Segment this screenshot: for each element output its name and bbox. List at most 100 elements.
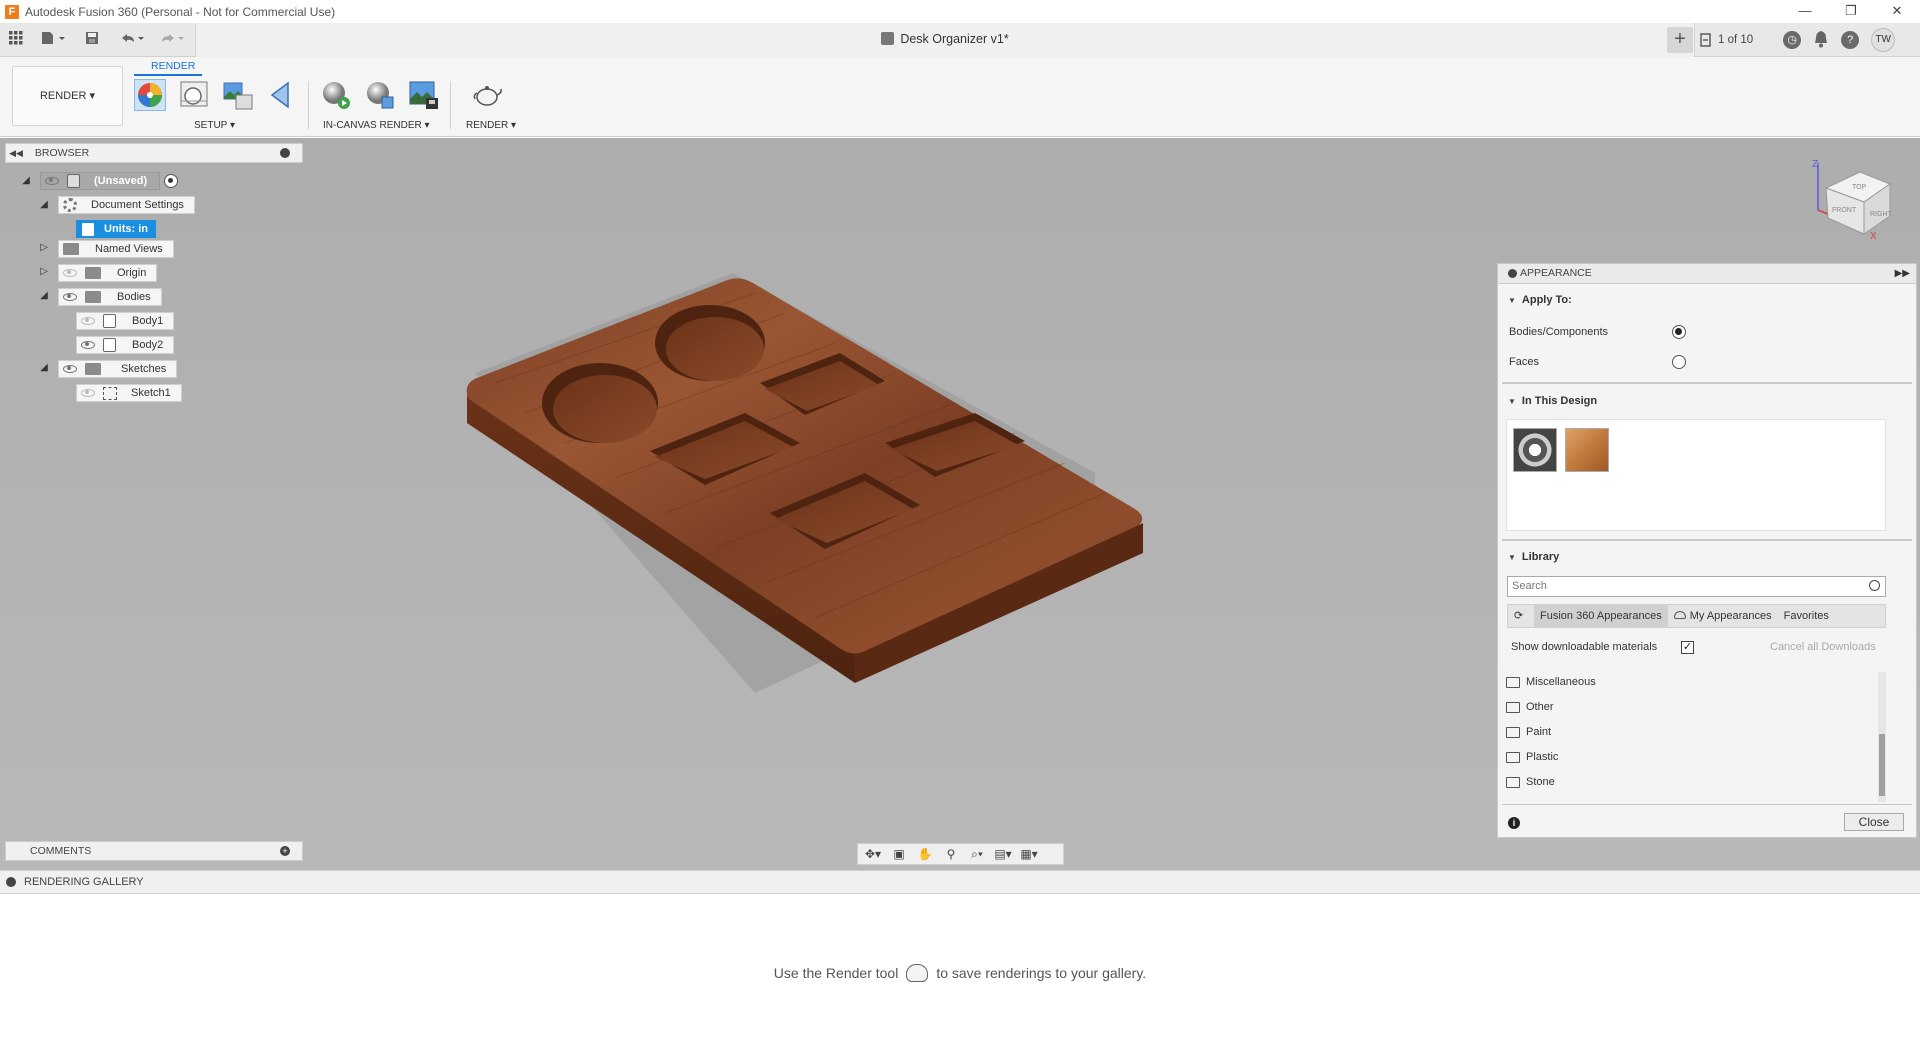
radio-faces[interactable] [1672,355,1686,369]
appearance-tool-icon[interactable] [134,79,166,111]
desk-organizer-model[interactable] [455,273,1175,753]
close-button[interactable]: Close [1844,813,1904,831]
tree-item-bodies[interactable]: Bodies [58,288,162,306]
collapsed-triangle-icon[interactable]: ▷ [38,242,50,254]
visibility-eye-icon[interactable] [45,177,59,185]
library-folder-paint[interactable]: Paint [1506,724,1551,740]
library-title[interactable]: Library [1508,551,1559,563]
render-group-label[interactable]: RENDER ▾ [466,120,516,131]
window-controls: — ❐ ✕ [1782,0,1920,23]
undo-icon[interactable] [116,29,148,51]
expanded-triangle-icon[interactable]: ◢ [38,199,50,211]
appearance-panel[interactable]: APPEARANCE ▶▶ Apply To: Bodies/Component… [1497,263,1917,838]
expanded-triangle-icon[interactable]: ◢ [20,175,32,187]
apply-to-title[interactable]: Apply To: [1508,294,1572,306]
save-icon[interactable] [82,29,102,51]
help-icon[interactable]: ? [1841,31,1860,49]
tree-item-body2[interactable]: Body2 [76,336,175,354]
library-folder-plastic[interactable]: Plastic [1506,749,1558,765]
decal-icon[interactable] [266,79,298,111]
library-scrollbar[interactable] [1878,672,1886,802]
in-canvas-render-settings-icon[interactable] [364,79,396,111]
look-at-icon[interactable]: ▣ [888,845,910,863]
notifications-bell-icon[interactable] [1813,30,1829,51]
in-canvas-render-icon[interactable] [320,79,352,111]
rendering-gallery-header[interactable]: RENDERING GALLERY [0,870,1920,894]
visibility-eye-icon[interactable] [81,341,95,349]
zoom-icon[interactable]: ⚲ [940,845,962,863]
tree-item-named-views[interactable]: Named Views [58,240,174,258]
tree-item-units[interactable]: Units: in [76,220,156,238]
comments-panel-header[interactable]: COMMENTS + [5,841,303,861]
section-divider [1502,382,1912,384]
tree-item-sketch1[interactable]: Sketch1 [76,384,182,402]
setup-group-label[interactable]: SETUP ▾ [194,120,235,131]
expanded-triangle-icon[interactable]: ◢ [38,290,50,302]
show-downloadable-checkbox[interactable]: ✓ [1681,641,1694,654]
tree-item-root[interactable]: (Unsaved) [40,172,179,190]
job-status[interactable]: 1 of 10 [1700,33,1753,47]
visibility-eye-off-icon[interactable] [63,269,77,277]
collapsed-triangle-icon[interactable]: ▷ [38,266,50,278]
library-folder-other[interactable]: Other [1506,699,1554,715]
render-teapot-icon[interactable] [472,79,504,111]
user-avatar[interactable]: TW [1871,28,1896,52]
redo-icon[interactable] [156,29,188,51]
appearance-panel-header[interactable]: APPEARANCE ▶▶ [1498,264,1916,284]
restore-button[interactable]: ❐ [1828,0,1874,23]
new-tab-button[interactable]: + [1667,27,1693,53]
close-window-button[interactable]: ✕ [1874,0,1920,23]
cancel-downloads-link[interactable]: Cancel all Downloads [1770,641,1876,653]
browser-options-icon[interactable] [280,148,290,158]
expand-panel-icon[interactable]: ▶▶ [1895,264,1910,283]
search-icon[interactable] [1869,580,1880,591]
workspace-switcher[interactable]: RENDER ▾ [12,66,123,126]
tab-render[interactable]: RENDER [151,60,195,72]
tree-item-document-settings[interactable]: Document Settings [58,196,195,214]
tree-item-sketches[interactable]: Sketches [58,360,178,378]
document-tab[interactable]: Desk Organizer v1* ✕ [195,23,1695,57]
clock-icon[interactable]: ◷ [1783,31,1802,49]
tree-item-body1[interactable]: Body1 [76,312,175,330]
tree-item-origin[interactable]: Origin [58,264,158,282]
minimize-button[interactable]: — [1782,0,1828,23]
axis-z-label: Z [1812,159,1818,170]
appearance-collapse-icon[interactable] [1508,269,1517,278]
collapse-panel-icon[interactable]: ◀◀ [6,144,26,162]
fit-zoom-icon[interactable]: ⌕▾ [966,845,988,863]
pan-hand-icon[interactable]: ✋ [914,845,936,863]
in-canvas-render-group-label[interactable]: IN-CANVAS RENDER ▾ [323,120,430,131]
tab-fusion-appearances[interactable]: Fusion 360 Appearances [1534,605,1668,627]
display-settings-icon[interactable]: ▤▾ [992,845,1014,863]
grid-settings-icon[interactable]: ▦▾ [1018,845,1040,863]
visibility-eye-icon[interactable] [63,293,77,301]
expanded-triangle-icon[interactable]: ◢ [38,362,50,374]
add-comment-icon[interactable]: + [280,846,290,856]
folder-label: Paint [1526,726,1552,738]
file-menu-icon[interactable] [38,29,70,51]
library-folder-stone[interactable]: Stone [1506,774,1555,790]
tab-favorites[interactable]: Favorites [1778,605,1835,627]
activate-radio-icon[interactable] [164,174,179,188]
capture-image-icon[interactable] [408,79,440,111]
info-icon[interactable]: i [1508,817,1520,829]
in-this-design-title[interactable]: In This Design [1508,395,1597,407]
tab-my-appearances[interactable]: My Appearances [1668,605,1778,627]
visibility-eye-icon[interactable] [63,365,77,373]
visibility-eye-off-icon[interactable] [81,389,95,397]
material-swatch-metal[interactable] [1513,428,1557,472]
library-folder-miscellaneous[interactable]: Miscellaneous [1506,674,1596,690]
refresh-icon[interactable]: ⟳ [1508,605,1534,627]
data-panel-grid-icon[interactable] [6,29,26,51]
scene-settings-icon[interactable] [178,79,210,111]
gallery-collapse-icon[interactable] [6,877,16,887]
orbit-icon[interactable]: ✥▾ [862,845,884,863]
material-swatch-wood[interactable] [1565,428,1609,472]
radio-bodies-components[interactable] [1672,325,1686,339]
visibility-eye-off-icon[interactable] [81,317,95,325]
browser-panel-header[interactable]: ◀◀ BROWSER [5,143,303,163]
texture-map-controls-icon[interactable] [222,79,254,111]
library-search-input[interactable]: Search [1507,576,1886,597]
scrollbar-thumb[interactable] [1879,734,1885,796]
viewcube-icon[interactable]: TOP FRONT RIGHT Z X [1808,158,1898,253]
